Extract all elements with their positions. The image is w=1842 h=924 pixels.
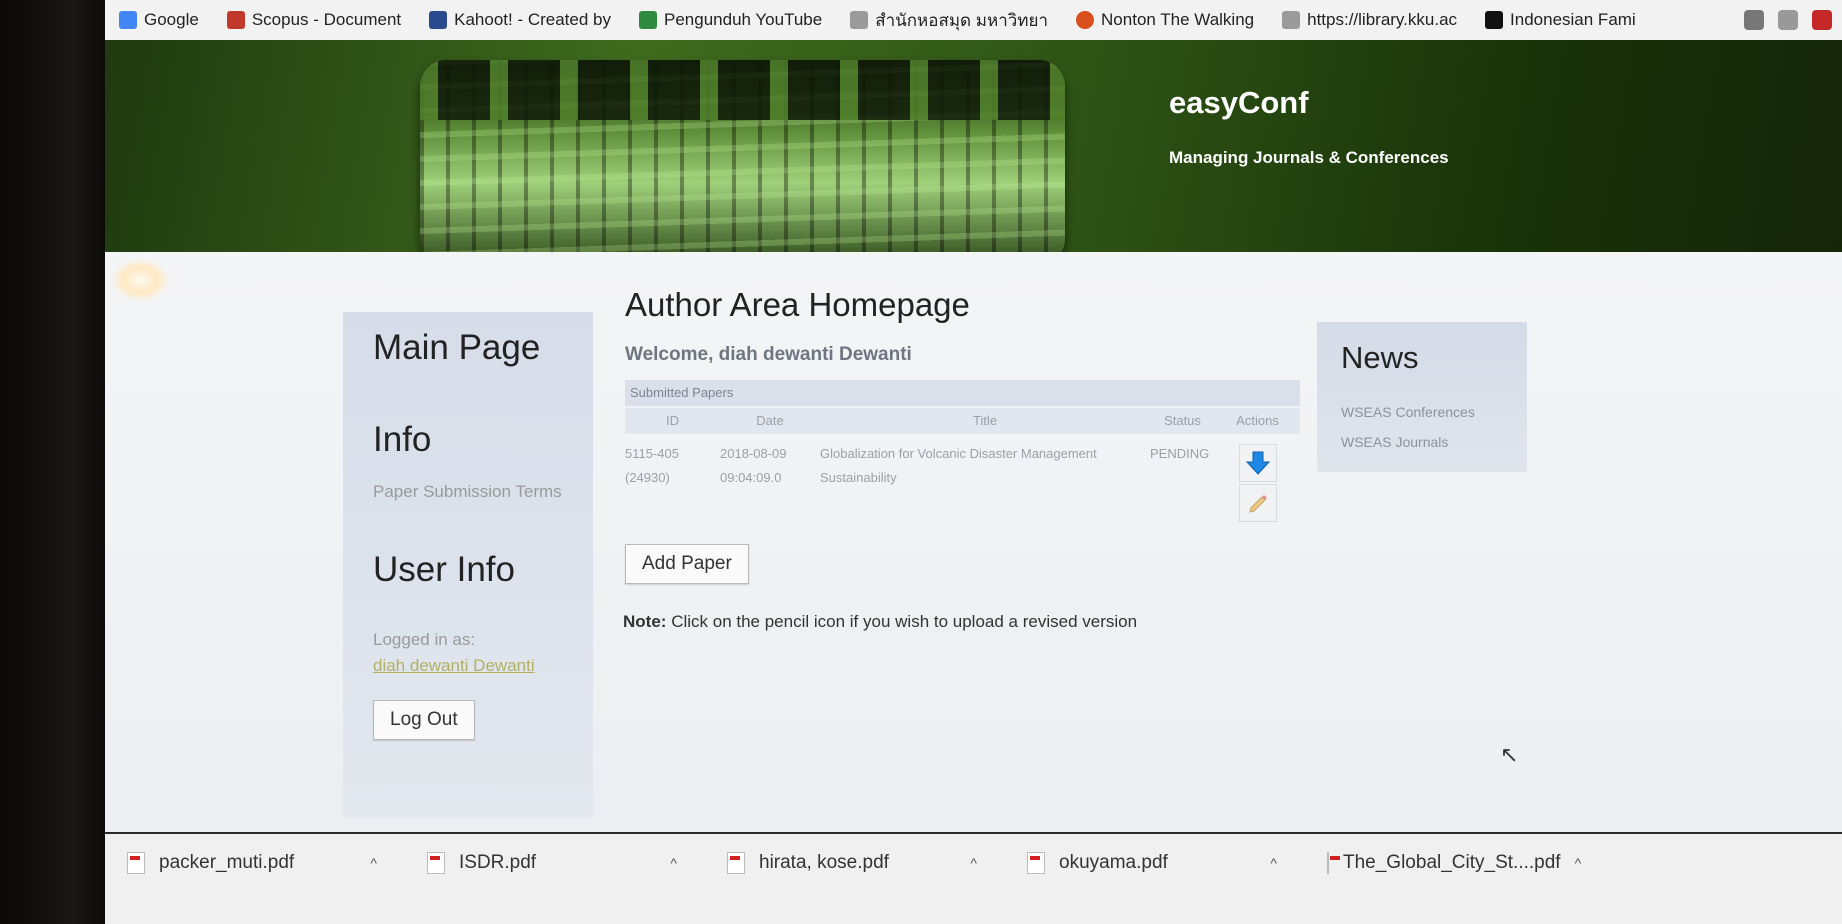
site-subtitle: Managing Journals & Conferences xyxy=(1169,148,1449,167)
table-row: 5115-405 (24930) 2018-08-09 09:04:09.0 G… xyxy=(625,434,1300,524)
page-title: Author Area Homepage xyxy=(625,286,970,323)
download-paper-button[interactable] xyxy=(1238,444,1277,482)
screen-glare xyxy=(110,258,170,302)
pencil-icon xyxy=(1248,495,1267,513)
download-item[interactable]: packer_muti.pdf ^ xyxy=(105,852,405,874)
paper-title: Globalization for Volcanic Disaster Mana… xyxy=(820,446,1097,485)
monitor-bezel xyxy=(0,0,105,924)
download-shelf: packer_muti.pdf ^ ISDR.pdf ^ hirata, kose.… xyxy=(105,832,1842,924)
download-item[interactable]: hirata, kose.pdf ^ xyxy=(705,852,1005,874)
news-heading: News xyxy=(1341,340,1419,375)
user-profile-link[interactable]: diah dewanti Dewanti xyxy=(373,656,535,676)
bookmark-youtube-downloader[interactable]: Pengunduh YouTube xyxy=(625,10,836,30)
toolbar-extensions xyxy=(1734,0,1842,40)
download-item[interactable]: okuyama.pdf ^ xyxy=(1005,852,1305,874)
library-icon xyxy=(1282,11,1301,29)
play-icon xyxy=(1076,11,1095,29)
download-arrow-icon xyxy=(1245,451,1270,475)
news-panel: News WSEAS Conferences WSEAS Journals xyxy=(1317,322,1527,472)
bookmark-walking-dead[interactable]: Nonton The Walking xyxy=(1062,10,1268,30)
bookmark-icon xyxy=(1485,11,1504,29)
google-icon xyxy=(119,11,137,29)
welcome-message: Welcome, diah dewanti Dewanti xyxy=(625,344,912,365)
download-item[interactable]: The_Global_City_St....pdf ^ xyxy=(1305,852,1605,874)
chevron-up-icon[interactable]: ^ xyxy=(670,855,677,871)
bookmark-google[interactable]: Google xyxy=(105,10,213,30)
user-info-heading: User Info xyxy=(373,550,515,589)
bookmark-scopus[interactable]: Scopus - Document xyxy=(213,10,415,30)
column-id: ID xyxy=(666,413,679,428)
lecture-hall-image xyxy=(420,60,1065,265)
download-arrow-icon xyxy=(639,11,657,29)
chevron-up-icon[interactable]: ^ xyxy=(370,855,377,871)
main-page-link[interactable]: Main Page xyxy=(373,328,540,368)
bookmark-library[interactable]: สำนักหอสมุด มหาวิทยา xyxy=(836,7,1062,34)
pdf-file-icon xyxy=(1027,852,1045,874)
bookmark-indonesian[interactable]: Indonesian Fami xyxy=(1471,10,1650,30)
paper-id: 5115-405 (24930) xyxy=(625,446,679,485)
chevron-up-icon[interactable]: ^ xyxy=(970,855,977,871)
news-item-journals[interactable]: WSEAS Journals xyxy=(1341,434,1448,450)
column-date: Date xyxy=(756,413,784,428)
pdf-file-icon xyxy=(127,852,145,874)
bookmark-kahoot[interactable]: Kahoot! - Created by xyxy=(415,10,625,30)
paper-actions xyxy=(1215,442,1300,524)
paper-status: PENDING xyxy=(1150,446,1210,461)
add-paper-button[interactable]: Add Paper xyxy=(625,544,749,584)
extension-icon[interactable] xyxy=(1812,10,1832,30)
star-icon[interactable] xyxy=(1778,10,1798,30)
mouse-cursor-icon: ↖ xyxy=(1500,742,1519,767)
chevron-up-icon[interactable]: ^ xyxy=(1270,855,1277,871)
scopus-icon xyxy=(226,11,245,29)
logout-button[interactable]: Log Out xyxy=(373,700,475,740)
submitted-papers-caption: Submitted Papers xyxy=(625,380,1300,406)
paper-submission-terms-link[interactable]: Paper Submission Terms xyxy=(373,482,562,502)
table-header: ID Date Title Status Actions xyxy=(625,408,1300,434)
library-icon xyxy=(850,11,869,29)
column-title: Title xyxy=(972,413,998,428)
paper-date: 2018-08-09 09:04:09.0 xyxy=(720,446,787,485)
kahoot-icon xyxy=(429,11,448,29)
pdf-file-icon xyxy=(427,852,445,874)
site-header: easyConf Managing Journals & Conferences xyxy=(105,40,1842,265)
page-content: Main Page Info Paper Submission Terms Us… xyxy=(105,252,1842,832)
submitted-papers-table: ID Date Title Status Actions 5115-405 (2… xyxy=(625,408,1300,524)
download-item[interactable]: ISDR.pdf ^ xyxy=(405,852,705,874)
revision-note: Note: Click on the pencil icon if you wi… xyxy=(623,612,1138,631)
upload-revision-button[interactable] xyxy=(1238,484,1277,522)
pdf-file-icon xyxy=(1327,852,1340,874)
logged-in-label: Logged in as: xyxy=(373,630,476,649)
bookmarks-bar: Google Scopus - Document Kahoot! - Creat… xyxy=(105,0,1842,41)
column-status: Status xyxy=(1164,413,1201,428)
site-title: easyConf xyxy=(1169,85,1309,120)
news-item-conferences[interactable]: WSEAS Conferences xyxy=(1341,404,1475,420)
browser-viewport: Google Scopus - Document Kahoot! - Creat… xyxy=(105,0,1842,924)
bookmark-kku-library[interactable]: https://library.kku.ac xyxy=(1268,10,1471,30)
column-actions: Actions xyxy=(1236,413,1279,428)
info-heading: Info xyxy=(373,420,432,459)
chevron-up-icon[interactable]: ^ xyxy=(1575,855,1582,871)
pdf-file-icon xyxy=(727,852,745,874)
translate-icon[interactable] xyxy=(1744,10,1764,30)
left-sidebar: Main Page Info Paper Submission Terms Us… xyxy=(343,312,593,817)
